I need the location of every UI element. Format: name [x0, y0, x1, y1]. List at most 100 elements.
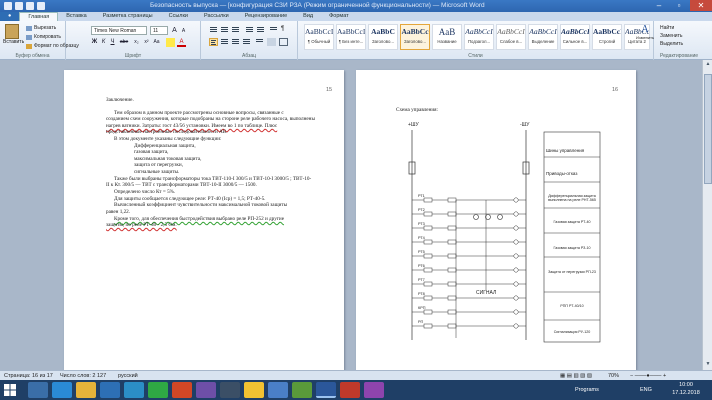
signal-label: СИГНАЛ: [476, 290, 496, 296]
sort-button[interactable]: [269, 26, 278, 34]
ribbon: Вставить Вырезать Копировать Формат по о…: [0, 21, 712, 60]
photos-icon[interactable]: [124, 382, 144, 398]
vertical-scrollbar[interactable]: ▲ ▼: [702, 60, 712, 370]
store-icon[interactable]: [100, 382, 120, 398]
superscript-button[interactable]: x²: [142, 38, 151, 47]
multilevel-list-button[interactable]: [231, 26, 240, 34]
browser-app-icon[interactable]: [268, 382, 288, 398]
document-area[interactable]: 15 Заключение. Тем образом в данном прое…: [0, 60, 712, 370]
cut-button[interactable]: Вырезать: [26, 25, 56, 31]
tab-references[interactable]: Ссылки: [161, 12, 196, 21]
style-no-spacing[interactable]: AaBbCcI ¶ Без инте...: [336, 24, 366, 50]
relay-contact: [423, 281, 433, 287]
windows-start-icon[interactable]: [3, 383, 17, 397]
undo-icon[interactable]: [26, 2, 34, 10]
line-spacing-button[interactable]: [255, 38, 264, 46]
document-page-right[interactable]: 16 Схема управления: +ШУ -ШУ РТ1 РТ2 РТ3 РТ…: [356, 70, 636, 370]
game-app-icon[interactable]: [292, 382, 312, 398]
pinned-app-icon[interactable]: [220, 382, 240, 398]
font-family-select[interactable]: Times New Roman: [91, 26, 147, 35]
highlight-button[interactable]: [166, 38, 175, 47]
tab-home[interactable]: Главная: [19, 12, 59, 21]
file-explorer-icon[interactable]: [76, 382, 96, 398]
scroll-down-icon[interactable]: ▼: [703, 360, 712, 369]
label-gas-protection-2: Газовая защита РЗ-10: [553, 246, 591, 250]
close-button[interactable]: ✕: [690, 0, 712, 11]
paste-button[interactable]: Вставить: [3, 24, 24, 46]
italic-button[interactable]: К: [99, 38, 108, 47]
find-button[interactable]: Найти: [660, 25, 674, 31]
font-color-button[interactable]: A: [177, 38, 186, 47]
app-icon[interactable]: [364, 382, 384, 398]
bold-button[interactable]: Ж: [90, 38, 99, 47]
numbering-button[interactable]: [220, 26, 229, 34]
text-line: равен 1,22.: [106, 209, 131, 215]
align-center-button[interactable]: [220, 38, 229, 46]
quick-access-toolbar: [4, 2, 45, 10]
word-app-icon[interactable]: [316, 382, 336, 398]
tab-page-layout[interactable]: Разметка страницы: [95, 12, 161, 21]
justify-button[interactable]: [242, 38, 251, 46]
system-clock[interactable]: 10:00 17.12.2018: [668, 382, 704, 397]
label-differential-protection: Дифференциальная защита выполнена на рел…: [548, 194, 596, 203]
copy-button[interactable]: Копировать: [26, 34, 61, 40]
subscript-button[interactable]: x₂: [132, 38, 141, 47]
increase-indent-button[interactable]: [256, 26, 265, 34]
status-bar: Страница: 16 из 17 Число слов: 2 127 рус…: [0, 370, 712, 380]
strikethrough-button[interactable]: abe: [118, 38, 130, 47]
maximize-button[interactable]: ▫: [670, 0, 688, 11]
style-strong[interactable]: AaBbCcI Строгий: [592, 24, 622, 50]
change-case-button[interactable]: Aa: [152, 38, 161, 47]
text-line: представленные настроенные последователь…: [106, 129, 228, 135]
document-page-left[interactable]: 15 Заключение. Тем образом в данном прое…: [64, 70, 344, 370]
word-logo-icon[interactable]: [4, 2, 12, 10]
pilcrow-button[interactable]: ¶: [281, 26, 290, 34]
shading-button[interactable]: [267, 38, 276, 46]
align-right-button[interactable]: [231, 38, 240, 46]
style-title[interactable]: AaB Название: [432, 24, 462, 50]
edge-browser-icon[interactable]: [52, 382, 72, 398]
style-heading-2[interactable]: AaBbCc Заголово...: [400, 24, 430, 50]
excel-app-icon[interactable]: [148, 382, 168, 398]
style-intense-emphasis[interactable]: AaBbCcI Сильное в...: [560, 24, 590, 50]
tab-format[interactable]: Формат: [321, 12, 357, 21]
align-left-button[interactable]: [209, 38, 218, 46]
relay-contact: [447, 281, 457, 287]
task-view-icon[interactable]: [28, 382, 48, 398]
scrollbar-thumb[interactable]: [704, 74, 712, 184]
redo-icon[interactable]: [37, 2, 45, 10]
font-size-select[interactable]: 11: [150, 26, 168, 35]
tray-lang[interactable]: ENG: [640, 380, 652, 400]
editing-group: Найти Заменить Выделить Редактирование: [656, 21, 702, 60]
relay-coil: [513, 239, 519, 245]
tray-label[interactable]: Programs: [575, 380, 599, 400]
style-emphasis[interactable]: AaBbCcI Выделение: [528, 24, 558, 50]
tab-review[interactable]: Рецензирование: [237, 12, 295, 21]
tab-mailings[interactable]: Рассылки: [196, 12, 237, 21]
replace-button[interactable]: Заменить: [660, 33, 682, 39]
decrease-indent-button[interactable]: [245, 26, 254, 34]
office-button[interactable]: ●: [0, 12, 20, 21]
style-normal[interactable]: AaBbCcI ¶ Обычный: [304, 24, 334, 50]
onenote-app-icon[interactable]: [196, 382, 216, 398]
contact-label: РТ5: [418, 250, 425, 254]
text-line: созданием схем сооружения, которые подоб…: [106, 116, 315, 122]
borders-button[interactable]: [279, 38, 288, 46]
grow-font-button[interactable]: A: [170, 26, 179, 35]
bullets-button[interactable]: [209, 26, 218, 34]
scroll-up-icon[interactable]: ▲: [703, 60, 712, 69]
tab-view[interactable]: Вид: [295, 12, 321, 21]
change-styles-button[interactable]: A Изменить стили: [636, 24, 654, 52]
style-subtle-emphasis[interactable]: AaBbCcI Слабое в...: [496, 24, 526, 50]
style-heading-1[interactable]: AaBbC Заголово...: [368, 24, 398, 50]
folder-app-icon[interactable]: [244, 382, 264, 398]
shrink-font-button[interactable]: A: [179, 27, 188, 36]
media-app-icon[interactable]: [340, 382, 360, 398]
style-subtitle[interactable]: AaBbCcI Подзагол...: [464, 24, 494, 50]
powerpoint-app-icon[interactable]: [172, 382, 192, 398]
minimize-button[interactable]: –: [650, 0, 668, 11]
underline-button[interactable]: Ч: [108, 38, 117, 47]
tab-insert[interactable]: Вставка: [58, 12, 94, 21]
select-button[interactable]: Выделить: [660, 41, 683, 47]
save-icon[interactable]: [15, 2, 23, 10]
